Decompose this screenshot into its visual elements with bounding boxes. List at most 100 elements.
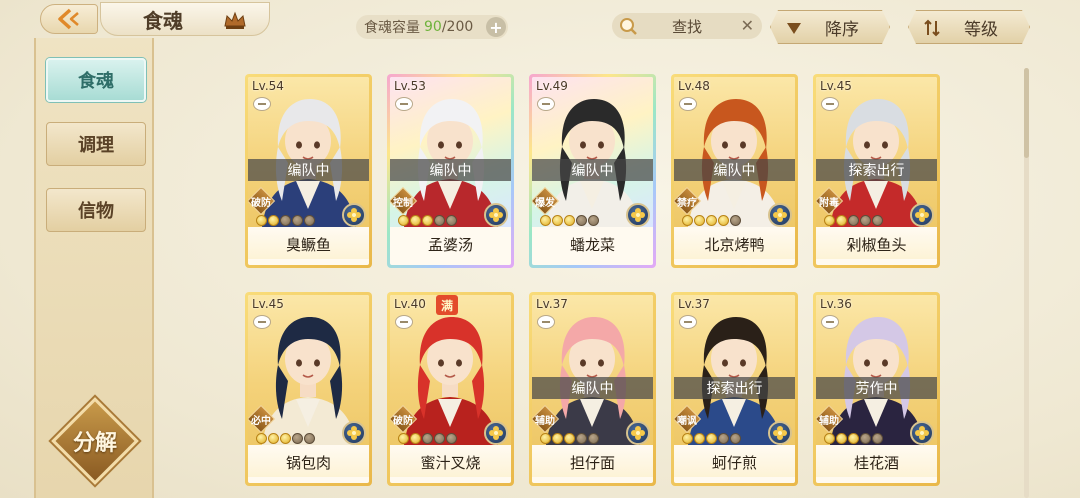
star-empty-icon — [730, 433, 741, 444]
soul-card-body: Lv.48 编队中 禁疗 北京烤鸭 — [674, 77, 795, 265]
character-name: 蚵仔煎 — [674, 447, 795, 477]
capacity-label: 食魂容量 — [364, 20, 420, 36]
flower-icon — [773, 426, 787, 440]
role-badge: 嘲讽 — [674, 405, 701, 433]
flower-icon — [347, 208, 361, 222]
role-badge: 辅助 — [532, 405, 559, 433]
level-label: Lv.45 — [820, 79, 852, 93]
element-icon — [910, 421, 934, 445]
star-empty-icon — [280, 215, 291, 226]
star-filled-icon — [256, 215, 267, 226]
soul-card[interactable]: Lv.37 探索出行嘲讽蚵仔煎 — [671, 292, 798, 486]
scrollbar[interactable] — [1024, 68, 1029, 498]
star-filled-icon — [682, 433, 693, 444]
character-name: 剁椒鱼头 — [816, 229, 937, 259]
soul-card[interactable]: Lv.54 编队中 破防 臭鳜鱼 — [245, 74, 372, 268]
level-label: Lv.37 — [678, 297, 710, 311]
soul-card-body: Lv.45 探索出行 附毒 剁椒鱼头 — [816, 77, 937, 265]
star-empty-icon — [422, 433, 433, 444]
search-box[interactable]: 查找 ✕ — [612, 13, 762, 39]
triangle-down-icon — [785, 19, 803, 37]
star-empty-icon — [730, 215, 741, 226]
star-rating — [824, 215, 883, 226]
sidebar-item-label: 调理 — [78, 135, 114, 156]
soul-card[interactable]: Lv.37 编队中 辅助 担仔面 — [529, 292, 656, 486]
role-badge: 附毒 — [816, 187, 843, 215]
back-button[interactable] — [40, 4, 98, 34]
character-name: 孟婆汤 — [390, 229, 511, 259]
plate-icon — [537, 97, 555, 111]
sort-key-button[interactable]: 等级 — [908, 10, 1030, 44]
star-filled-icon — [552, 215, 563, 226]
star-empty-icon — [860, 215, 871, 226]
star-empty-icon — [588, 433, 599, 444]
character-name: 蜜汁叉烧 — [390, 447, 511, 477]
star-rating — [540, 215, 599, 226]
character-name: 桂花酒 — [816, 447, 937, 477]
character-name: 锅包肉 — [248, 447, 369, 477]
status-banner: 编队中 — [532, 159, 653, 181]
sidebar-item-tokens[interactable]: 信物 — [46, 188, 146, 232]
star-filled-icon — [410, 215, 421, 226]
star-filled-icon — [824, 215, 835, 226]
sort-order-button[interactable]: 降序 — [770, 10, 890, 44]
role-badge: 辅助 — [816, 405, 843, 433]
soul-card[interactable]: Lv.45 必中 锅包肉 — [245, 292, 372, 486]
sidebar-item-souls[interactable]: 食魂 — [46, 58, 146, 102]
decompose-button[interactable]: 分解 — [51, 397, 139, 485]
sidebar-item-cultivate[interactable]: 调理 — [46, 122, 146, 166]
star-filled-icon — [410, 433, 421, 444]
crown-icon[interactable] — [223, 10, 247, 30]
status-banner: 探索出行 — [674, 377, 795, 399]
status-banner: 编队中 — [248, 159, 369, 181]
flower-icon — [631, 426, 645, 440]
sort-arrows-icon — [923, 19, 941, 37]
element-icon — [910, 203, 934, 227]
element-icon — [626, 421, 650, 445]
scrollbar-thumb[interactable] — [1024, 68, 1029, 158]
star-empty-icon — [872, 433, 883, 444]
star-filled-icon — [552, 433, 563, 444]
level-label: Lv.48 — [678, 79, 710, 93]
flower-icon — [915, 426, 929, 440]
soul-card-body: Lv.37 编队中 辅助 担仔面 — [532, 295, 653, 483]
plate-icon — [821, 315, 839, 329]
star-filled-icon — [398, 215, 409, 226]
soul-card-body: Lv.37 探索出行嘲讽蚵仔煎 — [674, 295, 795, 483]
role-label: 辅助 — [819, 415, 839, 427]
soul-card[interactable]: Lv.48 编队中 禁疗 北京烤鸭 — [671, 74, 798, 268]
character-name: 担仔面 — [532, 447, 653, 477]
sort-order-label: 降序 — [825, 19, 859, 40]
clear-icon[interactable]: ✕ — [741, 16, 754, 35]
sort-key-label: 等级 — [964, 19, 998, 40]
sidebar-item-label: 食魂 — [78, 71, 114, 92]
star-rating — [256, 433, 315, 444]
level-label: Lv.40 — [394, 297, 426, 311]
star-empty-icon — [576, 433, 587, 444]
character-name: 蟠龙菜 — [532, 229, 653, 259]
star-rating — [682, 215, 741, 226]
star-empty-icon — [292, 215, 303, 226]
soul-card[interactable]: Lv.40 满破防 蜜汁叉烧 — [387, 292, 514, 486]
star-empty-icon — [860, 433, 871, 444]
soul-card-body: Lv.36 劳作中 辅助 桂花酒 — [816, 295, 937, 483]
soul-card[interactable]: Lv.49 编队中 爆发 蟠龙菜 — [529, 74, 656, 268]
back-arrow-icon — [58, 8, 79, 30]
soul-card[interactable]: Lv.45 探索出行 附毒 剁椒鱼头 — [813, 74, 940, 268]
soul-card[interactable]: Lv.36 劳作中 辅助 桂花酒 — [813, 292, 940, 486]
plate-icon — [679, 97, 697, 111]
star-filled-icon — [564, 433, 575, 444]
add-capacity-button[interactable]: + — [486, 17, 506, 37]
element-icon — [484, 203, 508, 227]
star-filled-icon — [540, 215, 551, 226]
soul-card[interactable]: Lv.53 编队中 控制 孟婆汤 — [387, 74, 514, 268]
flower-icon — [489, 426, 503, 440]
page-title: 食魂 — [100, 2, 270, 36]
level-label: Lv.36 — [820, 297, 852, 311]
plate-icon — [395, 97, 413, 111]
soul-card-body: Lv.53 编队中 控制 孟婆汤 — [390, 77, 511, 265]
star-filled-icon — [694, 215, 705, 226]
flower-icon — [489, 208, 503, 222]
flower-icon — [347, 426, 361, 440]
star-filled-icon — [836, 433, 847, 444]
